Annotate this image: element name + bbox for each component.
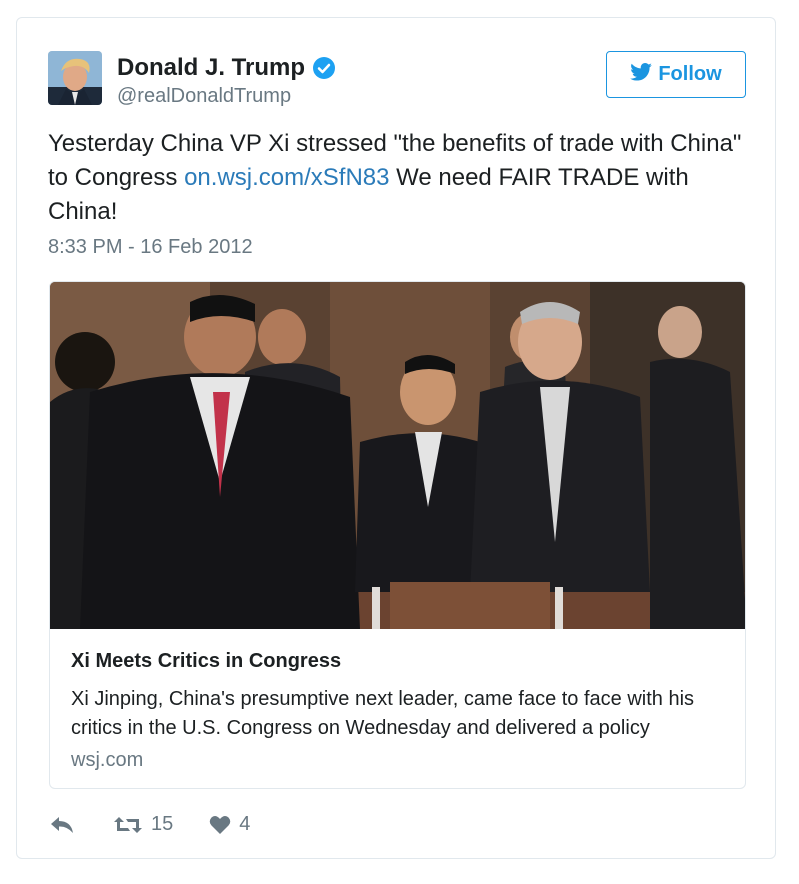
retweet-icon: [113, 815, 143, 835]
tweet-actions: 15 4: [49, 813, 250, 836]
tweet-card: Donald J. Trump @realDonaldTrump Follow …: [16, 17, 776, 859]
tweet-link[interactable]: on.wsj.com/xSfN83: [184, 164, 389, 191]
tweet-text: Yesterday China VP Xi stressed "the bene…: [48, 127, 748, 229]
like-count: 4: [239, 813, 251, 835]
tweet-timestamp[interactable]: 8:33 PM - 16 Feb 2012: [48, 236, 253, 259]
twitter-bird-icon: [630, 62, 653, 87]
verified-badge-icon: [313, 57, 336, 79]
card-domain[interactable]: wsj.com: [71, 749, 143, 772]
card-description: Xi Jinping, China's presumptive next lea…: [71, 688, 695, 739]
link-preview-card[interactable]: Xi Meets Critics in Congress Xi Jinping,…: [49, 281, 746, 789]
follow-button[interactable]: Follow: [606, 51, 746, 98]
reply-icon: [49, 815, 75, 835]
follow-label[interactable]: Follow: [658, 63, 721, 86]
retweet-button[interactable]: 15: [105, 813, 173, 836]
heart-icon: [209, 815, 231, 835]
reply-button[interactable]: [49, 815, 75, 835]
author-handle[interactable]: @realDonaldTrump: [117, 85, 291, 108]
author-name[interactable]: Donald J. Trump: [117, 54, 336, 82]
like-button[interactable]: 4: [201, 813, 250, 836]
retweet-count: 15: [151, 813, 174, 835]
news-photo[interactable]: [50, 282, 746, 629]
author-name-text[interactable]: Donald J. Trump: [117, 54, 305, 82]
avatar[interactable]: [48, 51, 102, 105]
card-title[interactable]: Xi Meets Critics in Congress: [71, 650, 341, 673]
